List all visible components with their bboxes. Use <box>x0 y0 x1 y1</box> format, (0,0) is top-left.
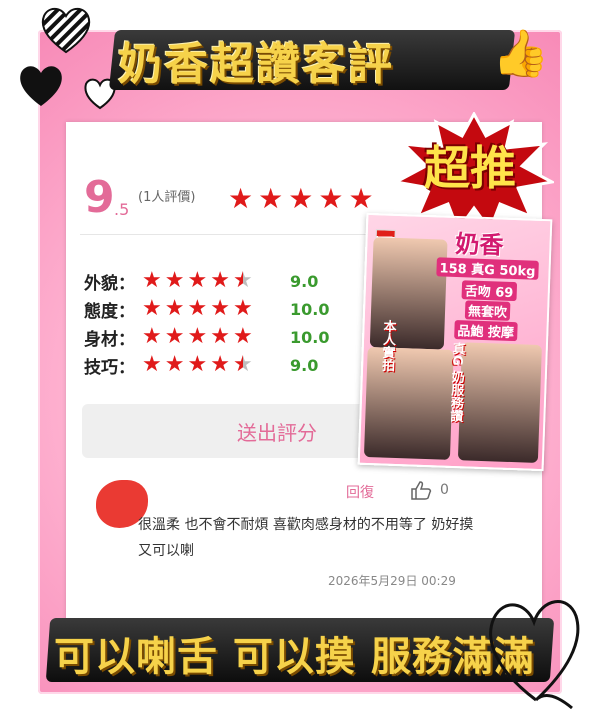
like-count: 0 <box>440 482 449 498</box>
star-icon: ★ <box>228 182 254 215</box>
rating-label: 態度： <box>84 301 135 322</box>
rating-stars[interactable]: ★ ★ ★ ★ ★ <box>142 297 284 321</box>
star-icon: ★ <box>164 296 185 321</box>
star-icon: ★ <box>210 324 230 349</box>
half-star-icon: ★ <box>232 268 253 293</box>
comment-text: 很溫柔 也不會不耐煩 喜歡肉感身材的不用等了 奶好摸又可以喇 <box>138 517 474 559</box>
thumbs-up-like-icon[interactable] <box>410 480 432 500</box>
star-icon: ★ <box>232 324 253 349</box>
rating-row-appearance: 外貌： ★ ★ ★ ★ ★ 9.0 <box>84 268 318 294</box>
star-icon: ★ <box>142 352 162 377</box>
star-icon: ★ <box>348 182 374 215</box>
promo-vertical-text: 本人實拍 <box>378 319 396 372</box>
star-icon: ★ <box>210 268 230 293</box>
half-star-icon: ★ <box>232 352 253 377</box>
striped-heart-icon <box>41 7 91 54</box>
burst-label: 超推 <box>424 141 516 195</box>
overall-score-decimal: .5 <box>114 200 130 219</box>
reply-link[interactable]: 回復 <box>346 482 374 502</box>
star-icon: ★ <box>318 182 344 215</box>
star-icon: ★ <box>187 324 208 349</box>
star-icon: ★ <box>142 296 162 321</box>
star-icon: ★ <box>142 268 162 293</box>
rating-label: 技巧： <box>84 357 135 378</box>
comment-timestamp: 2026年5月29日 00:29 <box>328 574 456 588</box>
rating-label: 外貌： <box>84 273 135 294</box>
star-icon: ★ <box>164 268 185 293</box>
star-icon: ★ <box>187 352 208 377</box>
divider <box>80 234 380 235</box>
page-title: 奶香超讚客評 <box>118 39 394 90</box>
rating-stars[interactable]: ★ ★ ★ ★ ★ <box>142 269 284 293</box>
star-icon: ★ <box>210 296 230 321</box>
star-icon: ★ <box>210 352 230 377</box>
promo-line: 無套吹 <box>464 300 511 321</box>
rating-value: 10.0 <box>290 327 330 347</box>
star-icon: ★ <box>288 182 314 215</box>
rating-value: 9.0 <box>290 355 319 375</box>
rating-stars[interactable]: ★ ★ ★ ★ ★ <box>142 353 284 377</box>
star-icon: ★ <box>258 182 284 215</box>
promo-name: 奶香 <box>454 229 504 260</box>
black-heart-icon <box>20 66 62 106</box>
overall-score: 9 <box>84 172 115 223</box>
bottom-banner-text: 可以喇舌 可以摸 服務滿滿 <box>54 633 535 680</box>
rating-label: 身材： <box>84 329 135 350</box>
rating-row-attitude: 態度： ★ ★ ★ ★ ★ 10.0 <box>84 296 329 322</box>
star-icon: ★ <box>164 324 185 349</box>
rating-row-skill: 技巧： ★ ★ ★ ★ ★ 9.0 <box>84 352 318 378</box>
rating-value: 10.0 <box>290 299 330 319</box>
rating-stars[interactable]: ★ ★ ★ ★ ★ <box>142 325 284 349</box>
star-icon: ★ <box>187 268 208 293</box>
rating-value: 9.0 <box>290 271 319 291</box>
overall-stars: ★ ★ ★ ★ ★ <box>228 184 374 214</box>
star-icon: ★ <box>164 352 185 377</box>
review-count: (1人評價) <box>138 190 196 205</box>
star-icon: ★ <box>232 296 253 321</box>
rating-row-body: 身材： ★ ★ ★ ★ ★ 10.0 <box>84 324 329 350</box>
promo-card: 奶香 158 真G 50kg 舌吻 69 無套吹 品鮑 按摩 本人實拍 真G 奶… <box>357 212 553 472</box>
thumbs-up-icon: 👍 <box>492 26 550 80</box>
promo-line: 品鮑 按摩 <box>454 319 518 342</box>
scribble-heart-icon <box>489 600 580 710</box>
star-icon: ★ <box>187 296 208 321</box>
promo-stats: 158 真G 50kg <box>436 257 539 280</box>
promo-line: 舌吻 69 <box>461 280 517 302</box>
star-icon: ★ <box>142 324 162 349</box>
promo-photo <box>457 342 542 463</box>
promo-vertical-text: 真G 奶服務讚 <box>447 341 465 423</box>
